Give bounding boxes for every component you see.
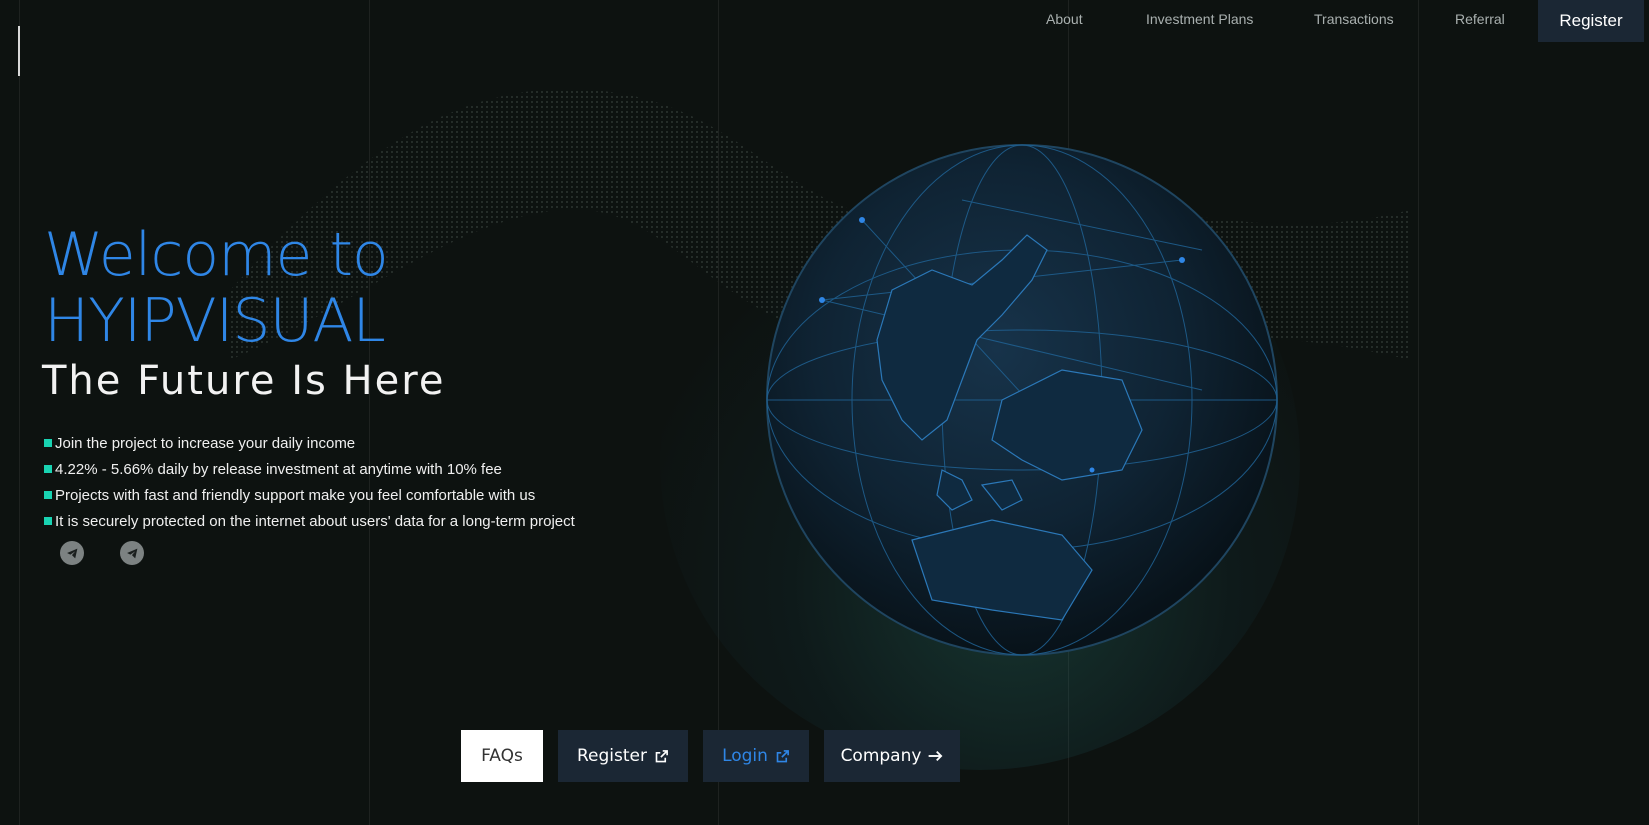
external-link-icon [655, 749, 668, 762]
top-navigation: About Investment Plans Transactions Refe… [0, 0, 1649, 42]
telegram-icon[interactable] [120, 541, 144, 565]
bullet-square-icon [44, 491, 52, 499]
social-links [60, 541, 144, 565]
grid-line [19, 0, 20, 825]
globe-illustration [766, 144, 1278, 656]
hero-subtitle: The Future Is Here [42, 358, 446, 404]
hero-title: Welcome to HYIPVISUAL [44, 220, 389, 356]
list-item: Join the project to increase your daily … [44, 430, 575, 456]
list-item-text: Projects with fast and friendly support … [55, 486, 536, 504]
company-button[interactable]: Company [824, 730, 960, 782]
arrow-right-icon [929, 750, 943, 762]
faqs-button-label: FAQs [481, 746, 523, 766]
register-button[interactable]: Register [558, 730, 688, 782]
list-item-text: Join the project to increase your daily … [55, 434, 356, 452]
list-item-text: It is securely protected on the internet… [55, 512, 575, 530]
hero-title-line1: Welcome to [44, 220, 389, 290]
nav-transactions[interactable]: Transactions [1314, 11, 1394, 27]
feature-list: Join the project to increase your daily … [44, 430, 575, 534]
bullet-square-icon [44, 439, 52, 447]
nav-investment-plans[interactable]: Investment Plans [1146, 11, 1253, 27]
list-item: 4.22% - 5.66% daily by release investmen… [44, 456, 575, 482]
login-button[interactable]: Login [703, 730, 809, 782]
list-item: It is securely protected on the internet… [44, 508, 575, 534]
external-link-icon [776, 749, 789, 762]
nav-about[interactable]: About [1046, 11, 1083, 27]
bullet-square-icon [44, 465, 52, 473]
faqs-button[interactable]: FAQs [461, 730, 543, 782]
grid-line [1418, 0, 1419, 825]
action-buttons: FAQs Register Login Company [461, 730, 960, 782]
nav-referral[interactable]: Referral [1455, 11, 1505, 27]
nav-register-button[interactable]: Register [1538, 0, 1644, 42]
hero-title-line2: HYIPVISUAL [44, 286, 386, 356]
company-button-label: Company [840, 746, 922, 766]
register-button-label: Register [577, 746, 647, 766]
bullet-square-icon [44, 517, 52, 525]
list-item-text: 4.22% - 5.66% daily by release investmen… [55, 460, 502, 478]
telegram-icon[interactable] [60, 541, 84, 565]
login-button-label: Login [722, 746, 768, 766]
list-item: Projects with fast and friendly support … [44, 482, 575, 508]
